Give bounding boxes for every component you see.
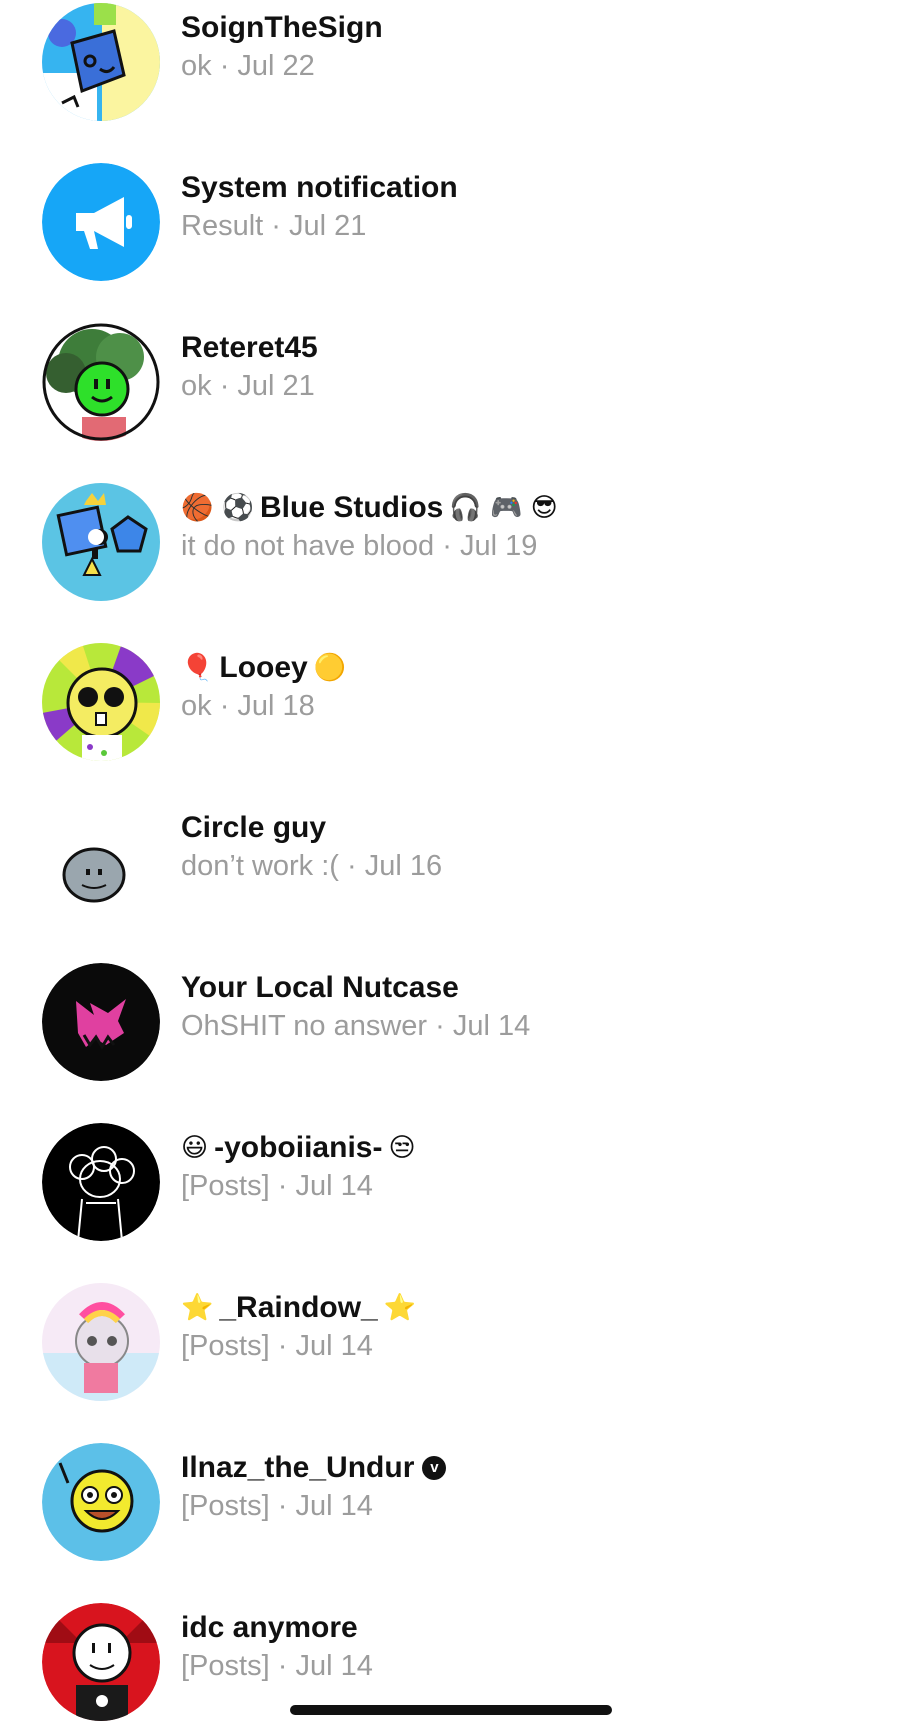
message-preview: OhSHIT no answer · Jul 14	[181, 1008, 880, 1044]
message-preview: [Posts] · Jul 14	[181, 1488, 880, 1524]
verified-badge-icon: v	[422, 1456, 447, 1480]
message-date: Jul 22	[237, 50, 315, 82]
contact-name: 🏀 ⚽ Blue Studios 🎧 🎮 😎	[181, 490, 880, 526]
separator: ·	[263, 210, 289, 242]
emoji-suffix: 🟡	[313, 653, 347, 683]
message-date: Jul 16	[364, 850, 443, 882]
message-date: Jul 19	[459, 530, 538, 562]
message-preview: ok · Jul 22	[181, 48, 880, 84]
contact-name: idc anymore	[181, 1610, 880, 1646]
contact-name: Your Local Nutcase	[181, 970, 880, 1006]
emoji-suffix: ⭐	[383, 1293, 417, 1323]
message-date: Jul 14	[295, 1330, 373, 1362]
contact-name-text: -yoboiianis-	[214, 1131, 383, 1164]
message-date: Jul 14	[295, 1490, 373, 1522]
message-date: Jul 14	[452, 1010, 531, 1042]
preview-text: [Posts]	[181, 1330, 270, 1362]
emoji-prefix: ⭐	[181, 1293, 214, 1323]
conversation-row[interactable]: 😃 -yoboiianis- 😒 [Posts] · Jul 14	[0, 1106, 900, 1256]
smiley-avatar[interactable]	[42, 1443, 160, 1561]
contact-name: ⭐ _Raindow_ ⭐	[181, 1290, 880, 1326]
separator: ·	[269, 1490, 296, 1522]
contact-name-text: Reteret45	[181, 331, 318, 364]
emoji-prefix: 🏀 ⚽	[181, 493, 255, 523]
separator: ·	[211, 370, 238, 402]
contact-name: Ilnaz_the_Undur v	[181, 1450, 880, 1486]
message-preview: Result · Jul 21	[181, 208, 880, 244]
separator: ·	[427, 1010, 453, 1042]
sketch-avatar[interactable]	[42, 1123, 160, 1241]
contact-name: SoignTheSign	[181, 10, 880, 46]
shape-cartoon-avatar[interactable]	[42, 3, 160, 121]
contact-name-text: Looey	[219, 651, 308, 684]
contact-name-text: Your Local Nutcase	[181, 971, 459, 1004]
contact-name: 😃 -yoboiianis- 😒	[181, 1130, 880, 1166]
separator: ·	[269, 1170, 296, 1202]
message-date: Jul 21	[288, 210, 367, 242]
contact-name: 🎈 Looey 🟡	[181, 650, 880, 686]
message-date: Jul 21	[237, 370, 315, 402]
preview-text: it do not have blood	[181, 530, 435, 562]
preview-text: ok	[181, 370, 212, 402]
conversation-row[interactable]: Ilnaz_the_Undur v [Posts] · Jul 14	[0, 1426, 900, 1576]
pink-face-avatar[interactable]	[42, 963, 160, 1081]
conversation-row[interactable]: ⭐ _Raindow_ ⭐ [Posts] · Jul 14	[0, 1266, 900, 1416]
contact-name: System notification	[181, 170, 880, 206]
separator: ·	[434, 530, 460, 562]
preview-text: ok	[181, 690, 212, 722]
yellow-character-avatar[interactable]	[42, 643, 160, 761]
message-preview: ok · Jul 21	[181, 368, 880, 404]
conversation-row[interactable]: Reteret45 ok · Jul 21	[0, 306, 900, 456]
emoji-suffix: 😒	[388, 1133, 416, 1163]
rainbow-avatar[interactable]	[42, 1283, 160, 1401]
conversation-row[interactable]: 🏀 ⚽ Blue Studios 🎧 🎮 😎 it do not have bl…	[0, 466, 900, 616]
red-character-avatar[interactable]	[42, 1603, 160, 1721]
emoji-suffix: 🎧 🎮 😎	[449, 493, 558, 523]
conversation-row[interactable]: SoignTheSign ok · Jul 22	[0, 0, 900, 136]
message-preview: [Posts] · Jul 14	[181, 1328, 880, 1364]
contact-name-text: Ilnaz_the_Undur	[181, 1451, 415, 1484]
preview-text: Result	[181, 210, 264, 242]
message-preview: ok · Jul 18	[181, 688, 880, 724]
preview-text: ok	[181, 50, 212, 82]
green-character-avatar[interactable]	[42, 323, 160, 441]
message-preview: [Posts] · Jul 14	[181, 1168, 880, 1204]
preview-text: don’t work :(	[181, 850, 339, 882]
message-date: Jul 14	[295, 1170, 373, 1202]
message-preview: it do not have blood · Jul 19	[181, 528, 880, 564]
separator: ·	[211, 690, 238, 722]
message-date: Jul 18	[237, 690, 315, 722]
conversation-row[interactable]: System notification Result · Jul 21	[0, 146, 900, 296]
contact-name-text: Circle guy	[181, 811, 327, 844]
contact-name-text: idc anymore	[181, 1611, 358, 1644]
contact-name-text: System notification	[181, 171, 458, 204]
message-preview: [Posts] · Jul 14	[181, 1648, 880, 1684]
message-date: Jul 14	[295, 1650, 373, 1682]
home-indicator[interactable]	[290, 1705, 612, 1715]
emoji-prefix: 😃	[181, 1133, 209, 1163]
contact-name: Reteret45	[181, 330, 880, 366]
preview-text: [Posts]	[181, 1170, 270, 1202]
conversation-row[interactable]: Your Local Nutcase OhSHIT no answer · Ju…	[0, 946, 900, 1096]
separator: ·	[338, 850, 365, 882]
separator: ·	[269, 1330, 296, 1362]
contact-name: Circle guy	[181, 810, 880, 846]
megaphone-icon[interactable]	[42, 163, 160, 281]
separator: ·	[269, 1650, 296, 1682]
message-preview: don’t work :( · Jul 16	[181, 848, 880, 884]
contact-name-text: _Raindow_	[219, 1291, 378, 1324]
preview-text: OhSHIT no answer	[181, 1010, 428, 1042]
preview-text: [Posts]	[181, 1650, 270, 1682]
emoji-prefix: 🎈	[181, 653, 214, 683]
conversation-row[interactable]: Circle guy don’t work :( · Jul 16	[0, 786, 900, 936]
preview-text: [Posts]	[181, 1490, 270, 1522]
contact-name-text: Blue Studios	[260, 491, 444, 524]
grey-circle-avatar[interactable]	[42, 803, 160, 921]
blue-shapes-avatar[interactable]	[42, 483, 160, 601]
contact-name-text: SoignTheSign	[181, 11, 383, 44]
separator: ·	[211, 50, 238, 82]
conversation-row[interactable]: 🎈 Looey 🟡 ok · Jul 18	[0, 626, 900, 776]
